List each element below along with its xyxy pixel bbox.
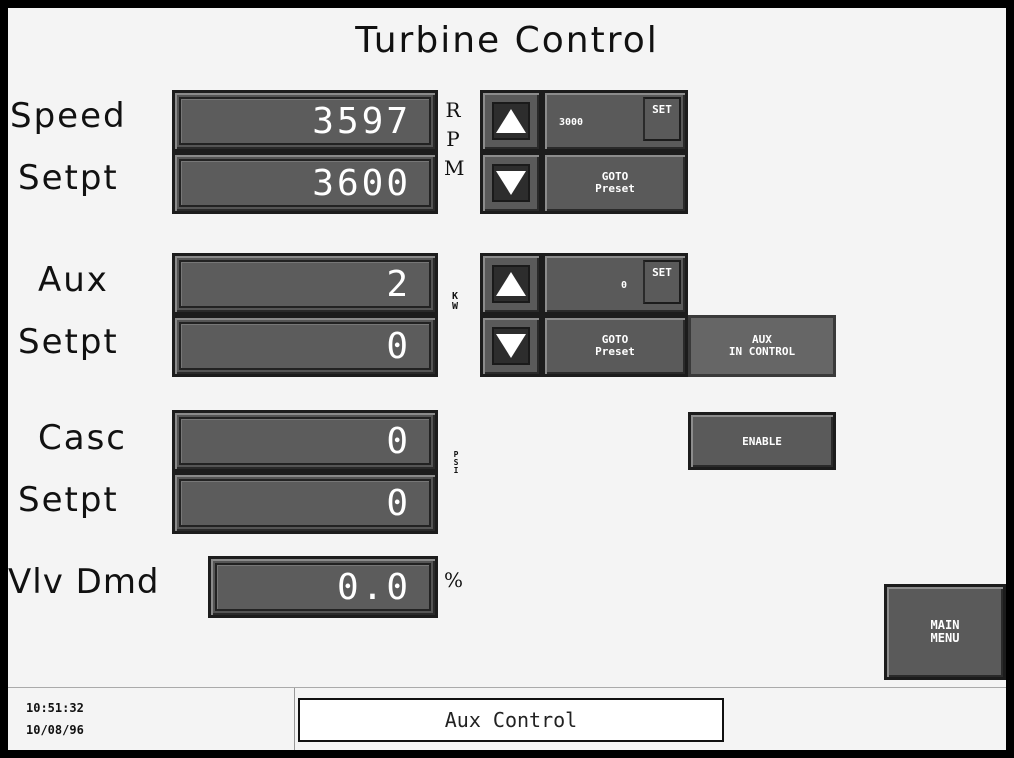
speed-label: Speed bbox=[10, 96, 127, 136]
clock-date: 10/08/96 bbox=[26, 723, 84, 737]
speed-display: 3597 bbox=[172, 90, 438, 152]
valve-demand-display: 0.0 bbox=[208, 556, 438, 618]
aux-in-control-line2: IN CONTROL bbox=[728, 345, 796, 358]
clock-time: 10:51:32 bbox=[26, 701, 84, 715]
casc-setpt-value: 0 bbox=[179, 479, 431, 527]
aux-display: 2 bbox=[172, 253, 438, 315]
aux-raise-button[interactable] bbox=[480, 253, 542, 315]
down-arrow-icon bbox=[492, 327, 530, 365]
speed-set-tag: SET bbox=[643, 97, 681, 141]
aux-setpt-label: Setpt bbox=[18, 322, 119, 362]
aux-goto-line2: Preset bbox=[595, 345, 635, 358]
rpm-unit-r: R bbox=[445, 98, 461, 122]
valve-demand-label: Vlv Dmd bbox=[8, 562, 160, 602]
speed-lower-button[interactable] bbox=[480, 152, 542, 214]
casc-setpt-display: 0 bbox=[172, 472, 438, 534]
speed-raise-button[interactable] bbox=[480, 90, 542, 152]
status-message: Aux Control bbox=[298, 698, 724, 742]
aux-set-tag: SET bbox=[643, 260, 681, 304]
aux-lower-button[interactable] bbox=[480, 315, 542, 377]
enable-button[interactable]: ENABLE bbox=[688, 412, 836, 470]
valve-demand-value: 0.0 bbox=[215, 563, 431, 611]
main-menu-button[interactable]: MAIN MENU bbox=[884, 584, 1006, 680]
casc-value: 0 bbox=[179, 417, 431, 465]
casc-setpt-label: Setpt bbox=[18, 480, 119, 520]
aux-in-control-indicator: AUX IN CONTROL bbox=[688, 315, 836, 377]
rpm-unit: R P M bbox=[444, 96, 465, 183]
aux-preset-set-button[interactable]: 0 SET bbox=[542, 253, 688, 315]
casc-display: 0 bbox=[172, 410, 438, 472]
aux-setpt-value: 0 bbox=[179, 322, 431, 370]
speed-value: 3597 bbox=[179, 97, 431, 145]
aux-value: 2 bbox=[179, 260, 431, 308]
casc-label: Casc bbox=[38, 418, 127, 458]
aux-setpt-display: 0 bbox=[172, 315, 438, 377]
rpm-unit-p: P bbox=[446, 127, 460, 151]
percent-unit: % bbox=[444, 568, 464, 592]
status-divider bbox=[294, 688, 295, 750]
psi-unit-i: I bbox=[453, 466, 459, 475]
page-title: Turbine Control bbox=[355, 20, 659, 61]
speed-preset-set-button[interactable]: 3000 SET bbox=[542, 90, 688, 152]
turbine-control-screen: Turbine Control Speed 3597 Setpt 3600 R … bbox=[8, 8, 1006, 750]
up-arrow-icon bbox=[492, 265, 530, 303]
speed-preset-value: 3000 bbox=[559, 117, 584, 128]
speed-setpt-value: 3600 bbox=[179, 159, 431, 207]
kw-unit: K W bbox=[449, 292, 461, 312]
up-arrow-icon bbox=[492, 102, 530, 140]
speed-setpt-label: Setpt bbox=[18, 158, 119, 198]
psi-unit: P S I bbox=[451, 451, 461, 475]
main-menu-line2: MENU bbox=[930, 631, 960, 645]
footer-divider bbox=[8, 687, 1006, 688]
aux-preset-value: 0 bbox=[621, 280, 628, 291]
speed-goto-line2: Preset bbox=[595, 182, 635, 195]
aux-goto-preset-button[interactable]: GOTO Preset bbox=[542, 315, 688, 377]
speed-goto-preset-button[interactable]: GOTO Preset bbox=[542, 152, 688, 214]
speed-setpt-display: 3600 bbox=[172, 152, 438, 214]
down-arrow-icon bbox=[492, 164, 530, 202]
kw-unit-w: W bbox=[451, 301, 459, 312]
rpm-unit-m: M bbox=[444, 156, 465, 180]
aux-label: Aux bbox=[38, 260, 109, 300]
